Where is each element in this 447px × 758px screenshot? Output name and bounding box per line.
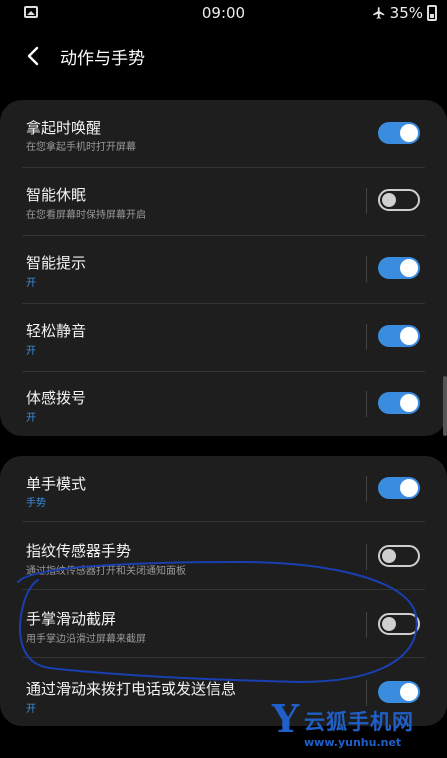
- toggle-knob: [400, 259, 418, 277]
- setting-row-one-handed-mode[interactable]: 单手模式 手势: [0, 456, 447, 522]
- toggle-switch[interactable]: [378, 613, 420, 635]
- toggle-knob: [382, 617, 396, 631]
- settings-card-1: 拿起时唤醒 在您拿起手机时打开屏幕 智能休眠 在您看屏幕时保持屏幕开启 智能提示…: [0, 100, 447, 436]
- scrollbar-thumb[interactable]: [443, 376, 447, 436]
- setting-label: 轻松静音: [26, 322, 87, 340]
- setting-subtitle: 手势: [26, 498, 46, 509]
- watermark-logo: Y 云狐手机网 www.yunhu.net: [272, 696, 447, 758]
- battery-percent: 35%: [389, 4, 423, 22]
- toggle-switch[interactable]: [378, 325, 420, 347]
- watermark-letter: Y: [272, 696, 300, 741]
- setting-subtitle: 在您拿起手机时打开屏幕: [26, 142, 136, 153]
- watermark-name: 云狐手机网: [304, 710, 414, 734]
- vertical-divider: [366, 544, 367, 570]
- status-bar: 09:00 35%: [0, 0, 447, 26]
- settings-card-2: 单手模式 手势 指纹传感器手势 通过指纹传感器打开和关闭通知面板 手掌滑动截屏 …: [0, 456, 447, 726]
- setting-row-easy-mute[interactable]: 轻松静音 开: [0, 304, 447, 372]
- setting-subtitle: 开: [26, 278, 36, 289]
- toggle-switch[interactable]: [378, 392, 420, 414]
- setting-label: 单手模式: [26, 475, 87, 493]
- setting-label: 手掌滑动截屏: [26, 610, 117, 628]
- toggle-switch[interactable]: [378, 477, 420, 499]
- setting-subtitle: 开: [26, 346, 36, 357]
- toggle-knob: [382, 193, 396, 207]
- chevron-left-icon[interactable]: [24, 44, 44, 68]
- vertical-divider: [366, 612, 367, 638]
- setting-row-smart-alert[interactable]: 智能提示 开: [0, 236, 447, 304]
- toggle-switch[interactable]: [378, 257, 420, 279]
- toggle-knob: [400, 124, 418, 142]
- toggle-knob: [400, 683, 418, 701]
- setting-row-palm-swipe-capture[interactable]: 手掌滑动截屏 用手掌边沿滑过屏幕来截屏: [0, 590, 447, 658]
- airplane-icon: [372, 7, 384, 19]
- vertical-divider: [366, 391, 367, 417]
- setting-label: 智能休眠: [26, 186, 87, 204]
- setting-subtitle: 通过指纹传感器打开和关闭通知面板: [26, 566, 186, 577]
- setting-label: 拿起时唤醒: [26, 119, 102, 137]
- setting-row-lift-to-wake[interactable]: 拿起时唤醒 在您拿起手机时打开屏幕: [0, 100, 447, 168]
- setting-subtitle: 用手掌边沿滑过屏幕来截屏: [26, 634, 146, 645]
- toggle-knob: [400, 394, 418, 412]
- setting-subtitle: 开: [26, 704, 36, 715]
- setting-subtitle: 开: [26, 413, 36, 424]
- app-header: 动作与手势: [0, 36, 447, 76]
- status-right: 35%: [372, 4, 437, 22]
- vertical-divider: [366, 256, 367, 282]
- setting-label: 指纹传感器手势: [26, 542, 132, 560]
- toggle-knob: [400, 327, 418, 345]
- toggle-knob: [382, 549, 396, 563]
- toggle-knob: [400, 479, 418, 497]
- vertical-divider: [366, 476, 367, 502]
- setting-label: 通过滑动来拨打电话或发送信息: [26, 680, 237, 698]
- setting-label: 智能提示: [26, 254, 87, 272]
- setting-row-finger-sensor-gestures[interactable]: 指纹传感器手势 通过指纹传感器打开和关闭通知面板: [0, 522, 447, 590]
- watermark-url: www.yunhu.net: [304, 736, 402, 749]
- toggle-switch[interactable]: [378, 545, 420, 567]
- battery-icon: [427, 5, 437, 21]
- setting-subtitle: 在您看屏幕时保持屏幕开启: [26, 210, 146, 221]
- setting-row-direct-call[interactable]: 体感拨号 开: [0, 372, 447, 436]
- vertical-divider: [366, 188, 367, 214]
- page-title: 动作与手势: [60, 49, 145, 69]
- setting-row-smart-stay[interactable]: 智能休眠 在您看屏幕时保持屏幕开启: [0, 168, 447, 236]
- setting-label: 体感拨号: [26, 389, 87, 407]
- toggle-switch[interactable]: [378, 189, 420, 211]
- vertical-divider: [366, 324, 367, 350]
- toggle-switch[interactable]: [378, 122, 420, 144]
